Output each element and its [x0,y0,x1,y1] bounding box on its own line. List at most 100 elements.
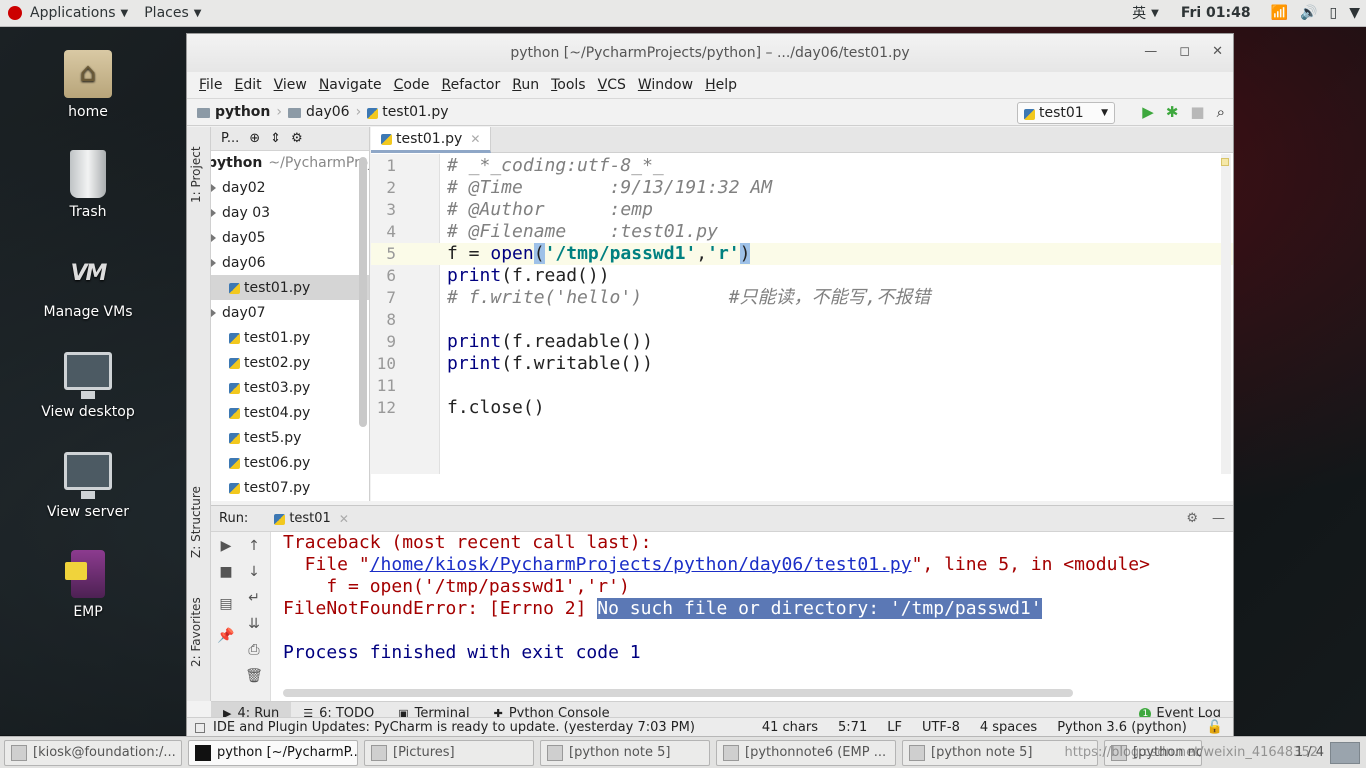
console-file-link[interactable]: /home/kiosk/PycharmProjects/python/day06… [370,554,912,575]
code-line[interactable]: 2 # @Time :9/13/191:32 AM [371,177,1233,199]
status-encoding[interactable]: UTF-8 [922,720,960,735]
tree-file[interactable]: test07.py [211,475,369,500]
hide-panel-icon[interactable]: — [1212,511,1225,526]
code-line[interactable]: 7 # f.write('hello') #只能读，不能写,不报错 [371,287,1233,309]
collapse-icon[interactable]: ⇕ [270,131,281,146]
console-output[interactable]: Traceback (most recent call last): File … [283,532,1221,687]
menu-view[interactable]: View [268,77,313,93]
tree-file[interactable]: test06.py [211,450,369,475]
tree-folder[interactable]: day05 [211,225,369,250]
tree-folder[interactable]: day07 [211,300,369,325]
trash-icon[interactable]: 🗑 [245,668,263,684]
stop-icon[interactable]: ■ [1190,103,1204,121]
arrow-down-icon[interactable]: ↓ [245,564,263,580]
project-scrollbar[interactable] [359,157,367,427]
gear-icon[interactable]: ⚙ [1186,511,1198,526]
workspace-preview[interactable] [1330,741,1360,764]
status-line-separator[interactable]: LF [887,720,902,735]
tree-file[interactable]: test04.py [211,400,369,425]
applications-menu[interactable]: Applications ▼ [0,0,136,27]
wifi-icon[interactable]: 📶 [1265,5,1294,21]
battery-icon[interactable]: ▯ [1324,5,1344,21]
project-root[interactable]: python ~/PycharmProjec [211,151,369,175]
tree-file-selected[interactable]: test01.py [211,275,369,300]
volume-icon[interactable]: 🔊 [1294,5,1323,21]
status-caret-position[interactable]: 5:71 [838,720,867,735]
run-configuration-select[interactable]: test01 ▼ [1017,102,1115,124]
code-line[interactable]: 5 f = open('/tmp/passwd1','r') [371,243,1233,265]
desktop-icon-view-server[interactable]: View server [38,452,138,520]
code-line[interactable]: 6 print(f.read()) [371,265,1233,287]
stop-icon[interactable]: ■ [217,564,235,580]
menu-edit[interactable]: Edit [228,77,267,93]
code-line[interactable]: 12 f.close() [371,397,1233,419]
desktop-icon-manage-vms[interactable]: VM Manage VMs [38,250,138,320]
tree-folder[interactable]: day06 [211,250,369,275]
tab-structure[interactable]: Z: Structure [189,472,209,572]
gear-icon[interactable]: ⚙ [291,131,303,146]
menu-window[interactable]: Window [632,77,699,93]
console-scrollbar[interactable] [283,689,1073,697]
debug-icon[interactable]: ✱ [1166,103,1179,121]
menu-navigate[interactable]: Navigate [313,77,388,93]
editor-scrollbar[interactable] [1221,154,1231,474]
run-tab-test01[interactable]: test01 ✕ [274,511,349,526]
code-line[interactable]: 11 [371,375,1233,397]
chevron-down-icon[interactable]: ▼ [1343,5,1366,21]
run-icon[interactable]: ▶ [1142,103,1154,121]
code-line[interactable]: 9 print(f.readable()) [371,331,1233,353]
minimize-icon[interactable]: — [1144,44,1157,59]
print-icon[interactable]: ⎙ [245,642,263,658]
code-line[interactable]: 1 # _*_coding:utf-8_*_ [371,155,1233,177]
breadcrumb-project[interactable]: python [215,104,270,120]
menu-tools[interactable]: Tools [545,77,592,93]
menu-file[interactable]: File [193,77,228,93]
code-area[interactable]: 1 # _*_coding:utf-8_*_ 2 # @Time :9/13/191:… [371,154,1233,474]
project-view-select[interactable]: P... [221,131,239,146]
tree-folder[interactable]: day 03 [211,200,369,225]
taskbar-window-button[interactable]: [kiosk@foundation:/... [4,739,182,766]
places-menu[interactable]: Places ▼ [136,0,209,27]
clock[interactable]: Fri 01:48 [1167,5,1265,21]
editor-tab-test01[interactable]: test01.py ✕ [371,127,492,153]
tab-project[interactable]: 1: Project [189,135,209,215]
breadcrumb-file[interactable]: test01.py [382,104,448,120]
toggle-tool-windows-icon[interactable] [195,722,205,733]
lock-icon[interactable]: 🔓 [1207,720,1223,735]
desktop-icon-view-desktop[interactable]: View desktop [38,352,138,420]
desktop-icon-emp[interactable]: EMP [38,550,138,620]
target-icon[interactable]: ⊕ [249,131,260,146]
taskbar-window-button[interactable]: python [~/PycharmP... [188,739,358,766]
scroll-end-icon[interactable]: ⇊ [245,616,263,632]
status-indent[interactable]: 4 spaces [980,720,1037,735]
menu-run[interactable]: Run [506,77,545,93]
breadcrumb-folder[interactable]: day06 [306,104,350,120]
soft-wrap-icon[interactable]: ↵ [245,590,263,606]
arrow-up-icon[interactable]: ↑ [245,538,263,554]
maximize-icon[interactable]: ◻ [1179,44,1190,59]
code-line[interactable]: 4 # @Filename :test01.py [371,221,1233,243]
menu-vcs[interactable]: VCS [592,77,632,93]
pin-icon[interactable]: 📌 [217,628,235,644]
tree-file[interactable]: test01.py [211,325,369,350]
code-line[interactable]: 10 print(f.writable()) [371,353,1233,375]
taskbar-window-button[interactable]: [pythonnote6 (EMP ... [716,739,896,766]
taskbar-window-button[interactable]: [python note 5] [540,739,710,766]
tab-favorites[interactable]: 2: Favorites [189,582,209,682]
menu-refactor[interactable]: Refactor [435,77,506,93]
desktop-icon-trash[interactable]: Trash [38,150,138,220]
code-line[interactable]: 8 [371,309,1233,331]
input-method-indicator[interactable]: 英 ▼ [1124,0,1167,27]
layout-icon[interactable]: ▤ [217,596,235,612]
taskbar-window-button[interactable]: [Pictures] [364,739,534,766]
warning-marker-icon[interactable] [1221,158,1229,166]
close-icon[interactable]: ✕ [1212,44,1223,59]
menu-code[interactable]: Code [388,77,436,93]
tree-file[interactable]: test03.py [211,375,369,400]
status-interpreter[interactable]: Python 3.6 (python) [1057,720,1187,735]
close-icon[interactable]: ✕ [470,132,480,146]
desktop-icon-home[interactable]: home [38,50,138,120]
close-icon[interactable]: ✕ [339,512,349,526]
code-line[interactable]: 3 # @Author :emp [371,199,1233,221]
window-titlebar[interactable]: python [~/PycharmProjects/python] – .../… [187,34,1233,72]
